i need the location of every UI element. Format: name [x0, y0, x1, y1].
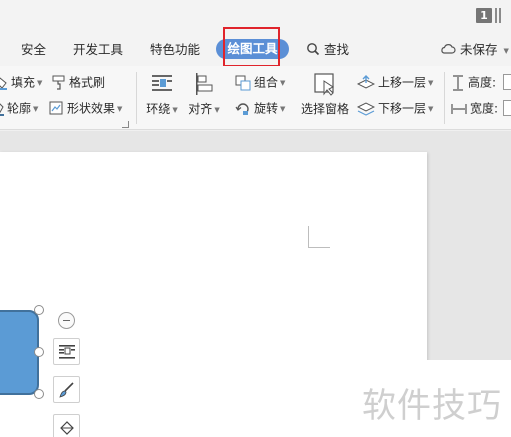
height-setting: 高度:: [451, 73, 496, 91]
dialog-launcher-icon[interactable]: [122, 121, 129, 128]
width-label: 宽度:: [470, 101, 499, 116]
layout-options-button[interactable]: [53, 338, 80, 365]
fill-label: 填充: [11, 75, 36, 90]
rotate-button[interactable]: 旋转 ▼: [235, 99, 285, 117]
tab-drawing-tools[interactable]: 绘图工具: [216, 39, 289, 59]
tab-find-label: 查找: [323, 42, 349, 57]
outline-button[interactable]: 轮廓 ▼: [0, 99, 38, 117]
outline-pen-icon: [0, 102, 4, 116]
send-backward-label: 下移一层: [378, 101, 427, 116]
divider: [499, 8, 501, 23]
outline-label: 轮廓: [7, 101, 32, 116]
width-input[interactable]: [503, 100, 511, 116]
text-wrap-icon: [152, 75, 172, 91]
bring-forward-button[interactable]: 上移一层 ▼: [357, 73, 433, 91]
format-painter-label: 格式刷: [69, 75, 106, 90]
resize-handle[interactable]: [34, 305, 44, 315]
unsaved-cloud-status[interactable]: 未保存 ▼: [440, 40, 509, 60]
selection-pane-label: 选择窗格: [300, 102, 349, 116]
chevron-down-icon: ▼: [280, 104, 286, 113]
group-button[interactable]: 组合 ▼: [235, 73, 285, 91]
chevron-down-icon: ▼: [428, 104, 434, 113]
wrap-button[interactable]: 环绕 ▼: [146, 72, 178, 117]
height-label: 高度:: [468, 75, 497, 90]
bring-forward-icon: [357, 74, 375, 89]
tab-special-features[interactable]: 特色功能: [150, 40, 200, 60]
selection-pane-icon: [314, 73, 334, 96]
divider: [136, 72, 137, 124]
chevron-down-icon: ▼: [214, 105, 220, 114]
shape-effects-label: 形状效果: [67, 101, 116, 116]
bring-forward-label: 上移一层: [378, 75, 427, 90]
chevron-down-icon: ▼: [503, 46, 509, 55]
page-margin-corner-mark: [308, 226, 330, 248]
page-count-badge: 1: [476, 8, 492, 23]
shape-effects-button[interactable]: 形状效果 ▼: [49, 99, 122, 117]
send-backward-button[interactable]: 下移一层 ▼: [357, 99, 433, 117]
height-input[interactable]: [503, 74, 511, 90]
format-painter-icon: [52, 75, 65, 90]
shape-fill-button[interactable]: [53, 414, 80, 437]
layout-options-icon: [59, 345, 75, 359]
shape-effects-icon: [49, 101, 63, 115]
tab-security[interactable]: 安全: [21, 40, 46, 60]
width-icon: [451, 103, 467, 114]
watermark-text: 软件技巧: [362, 386, 502, 426]
drawing-tools-ribbon: 填充 ▼ 格式刷 轮廓 ▼ 形状效果 ▼ 环绕 ▼ 对齐 ▼ 组合 ▼ 旋转 ▼…: [0, 66, 511, 130]
shape-style-button[interactable]: [53, 376, 80, 403]
tab-find[interactable]: 查找: [306, 40, 349, 60]
divider: [495, 8, 497, 23]
tab-developer-tools[interactable]: 开发工具: [73, 40, 123, 60]
resize-handle[interactable]: [34, 347, 44, 357]
collapse-toolbar-icon[interactable]: [58, 312, 75, 329]
format-painter-button[interactable]: 格式刷: [51, 73, 105, 91]
send-backward-icon: [357, 101, 375, 116]
fill-button[interactable]: 填充 ▼: [0, 73, 42, 91]
align-icon: [196, 73, 213, 95]
cloud-icon: [441, 44, 456, 54]
chevron-down-icon: ▼: [172, 105, 178, 114]
title-bar: 1: [0, 0, 511, 32]
search-icon: [307, 43, 320, 56]
align-button[interactable]: 对齐 ▼: [188, 72, 220, 117]
chevron-down-icon: ▼: [280, 78, 286, 87]
group-label: 组合: [254, 75, 279, 90]
group-icon: [235, 75, 251, 90]
rotate-label: 旋转: [254, 101, 279, 116]
resize-handle[interactable]: [34, 389, 44, 399]
fill-bucket-icon: [0, 76, 7, 90]
selection-pane-button[interactable]: 选择窗格: [300, 72, 350, 117]
unsaved-label: 未保存: [459, 42, 498, 57]
wrap-label: 环绕: [146, 102, 171, 116]
chevron-down-icon: ▼: [33, 104, 39, 113]
height-icon: [453, 74, 463, 91]
align-label: 对齐: [188, 102, 213, 116]
chevron-down-icon: ▼: [428, 78, 434, 87]
chevron-down-icon: ▼: [117, 104, 123, 113]
chevron-down-icon: ▼: [37, 78, 43, 87]
paintbrush-icon: [59, 382, 74, 398]
width-setting: 宽度:: [451, 99, 498, 117]
divider: [444, 72, 445, 124]
rotate-icon: [235, 102, 249, 115]
fill-bucket-icon: [60, 421, 74, 435]
